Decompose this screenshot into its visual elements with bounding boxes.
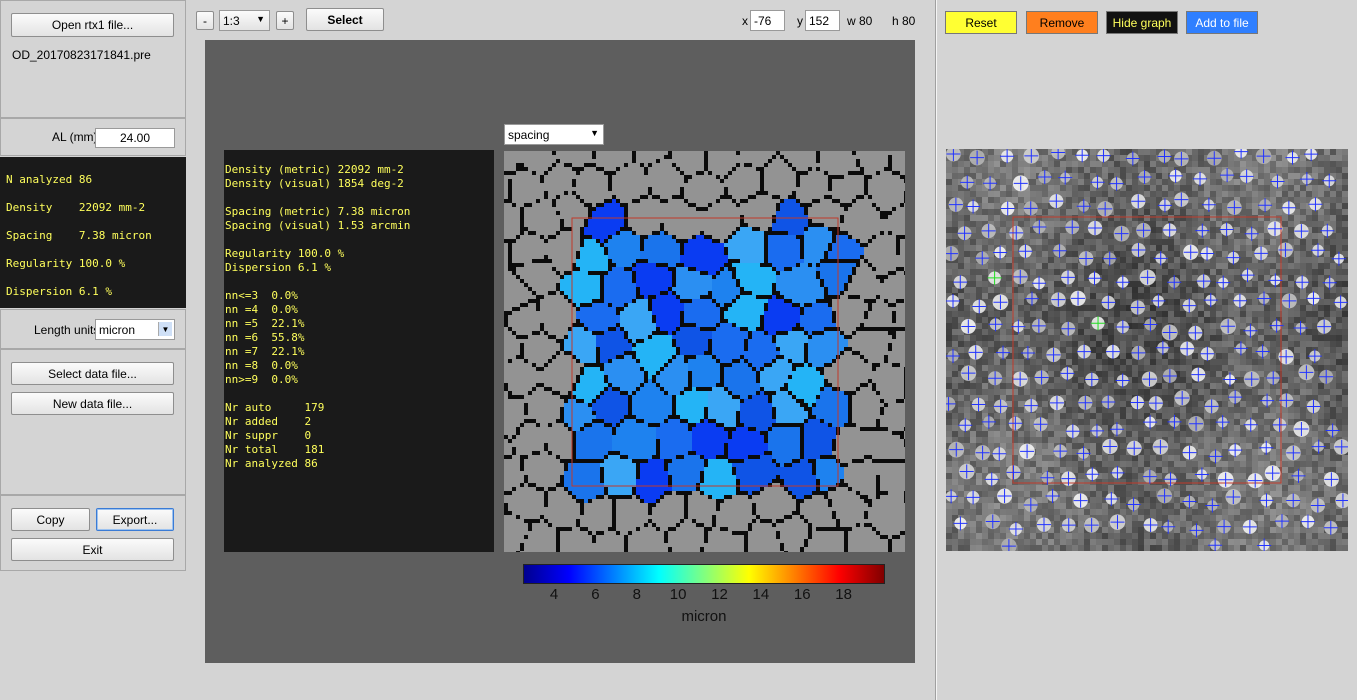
- colorbar-tick: 10: [669, 586, 687, 603]
- length-units-select[interactable]: micron ▼: [95, 319, 175, 340]
- y-input[interactable]: 152: [805, 10, 840, 31]
- retina-image: [946, 149, 1348, 551]
- report-line: Nr total 181: [225, 443, 325, 456]
- add-to-file-button[interactable]: Add to file: [1186, 11, 1258, 34]
- chevron-down-icon[interactable]: ▼: [590, 128, 599, 138]
- stats-panel: N analyzed 86 Density 22092 mm-2 Spacing…: [0, 157, 186, 308]
- data-file-panel: Select data file... New data file...: [0, 349, 186, 495]
- report-line: nn =4 0.0%: [225, 303, 298, 316]
- colorbar-tick: 8: [632, 586, 641, 603]
- zoom-in-button[interactable]: +: [276, 11, 294, 30]
- select-button[interactable]: Select: [306, 8, 384, 31]
- al-input[interactable]: 24.00: [95, 128, 175, 148]
- stat-density: Density 22092 mm-2: [6, 201, 146, 214]
- report-line: nn =6 55.8%: [225, 331, 305, 344]
- report-line: nn<=3 0.0%: [225, 289, 298, 302]
- reset-button[interactable]: Reset: [945, 11, 1017, 34]
- report-box: Density (metric) 22092 mm-2 Density (visu…: [224, 150, 494, 552]
- file-panel: Open rtx1 file... OD_20170823171841.pre: [0, 0, 186, 118]
- exit-button[interactable]: Exit: [11, 538, 174, 561]
- stat-n-analyzed: N analyzed 86: [6, 173, 93, 186]
- report-line: Spacing (visual) 1.53 arcmin: [225, 219, 411, 232]
- colorbar-tick: 14: [752, 586, 770, 603]
- report-line: nn>=9 0.0%: [225, 373, 298, 386]
- hide-graph-button[interactable]: Hide graph: [1106, 11, 1178, 34]
- retina-svg[interactable]: [946, 149, 1348, 551]
- new-data-file-button[interactable]: New data file...: [11, 392, 174, 415]
- colorbar: [523, 564, 885, 584]
- report-line: Density (metric) 22092 mm-2: [225, 163, 404, 176]
- voronoi-svg: [504, 151, 905, 552]
- length-units-label: Length units: [34, 323, 100, 337]
- colorbar-tick: 12: [711, 586, 728, 603]
- chevron-down-icon[interactable]: ▼: [158, 322, 172, 336]
- axial-length-panel: AL (mm) 24.00: [0, 118, 186, 156]
- voronoi-map: [504, 151, 905, 552]
- w-readout: w 80: [847, 14, 873, 28]
- stat-regularity: Regularity 100.0 %: [6, 257, 126, 270]
- report-line: Regularity 100.0 %: [225, 247, 345, 260]
- colorbar-tick: 4: [549, 586, 559, 603]
- report-line: Spacing (metric) 7.38 micron: [225, 205, 411, 218]
- report-line: Nr added 2: [225, 415, 312, 428]
- zoom-value: 1:3: [223, 13, 240, 28]
- colorbar-ticks: 4 6 8 10 12 14 16 18: [523, 586, 885, 606]
- x-label: x: [742, 14, 748, 28]
- copy-button[interactable]: Copy: [11, 508, 90, 531]
- length-units-panel: Length units micron ▼: [0, 309, 186, 349]
- al-label: AL (mm): [52, 130, 98, 144]
- report-lines: Density (metric) 22092 mm-2 Density (visu…: [225, 163, 494, 471]
- metric-value: spacing: [508, 127, 550, 142]
- select-data-file-button[interactable]: Select data file...: [11, 362, 174, 385]
- chevron-down-icon[interactable]: ▼: [256, 14, 265, 24]
- h-readout: h 80: [892, 14, 916, 28]
- report-line: nn =8 0.0%: [225, 359, 298, 372]
- report-line: [225, 233, 494, 247]
- zoom-out-button[interactable]: -: [196, 11, 214, 30]
- open-rtx1-button[interactable]: Open rtx1 file...: [11, 13, 174, 37]
- voronoi-cells: [504, 151, 905, 552]
- remove-button[interactable]: Remove: [1026, 11, 1098, 34]
- stat-dispersion: Dispersion 6.1 %: [6, 285, 112, 298]
- report-line: nn =7 22.1%: [225, 345, 305, 358]
- x-input[interactable]: -76: [750, 10, 785, 31]
- colorbar-label: micron: [681, 608, 727, 625]
- report-line: Dispersion 6.1 %: [225, 261, 331, 274]
- stat-spacing: Spacing 7.38 micron: [6, 229, 152, 242]
- loaded-filename: OD_20170823171841.pre: [12, 48, 151, 62]
- zoom-select[interactable]: 1:3 ▼: [219, 10, 270, 31]
- report-line: [225, 387, 494, 401]
- length-units-value: micron: [99, 322, 136, 337]
- metric-select[interactable]: spacing ▼: [504, 124, 604, 145]
- report-line: [225, 275, 494, 289]
- report-line: Nr suppr 0: [225, 429, 312, 442]
- report-line: Nr analyzed 86: [225, 457, 318, 470]
- colorbar-tick: 18: [835, 586, 852, 603]
- pane-divider: [935, 0, 937, 700]
- report-line: Nr auto 179: [225, 401, 325, 414]
- report-line: Density (visual) 1854 deg-2: [225, 177, 404, 190]
- export-button[interactable]: Export...: [96, 508, 174, 531]
- analysis-canvas: Density (metric) 22092 mm-2 Density (visu…: [205, 40, 915, 663]
- report-line: nn =5 22.1%: [225, 317, 305, 330]
- actions-panel: Copy Export... Exit: [0, 495, 186, 571]
- colorbar-tick: 16: [793, 586, 811, 603]
- colorbar-tick: 6: [591, 586, 600, 603]
- report-line: [225, 191, 494, 205]
- y-label: y: [797, 14, 803, 28]
